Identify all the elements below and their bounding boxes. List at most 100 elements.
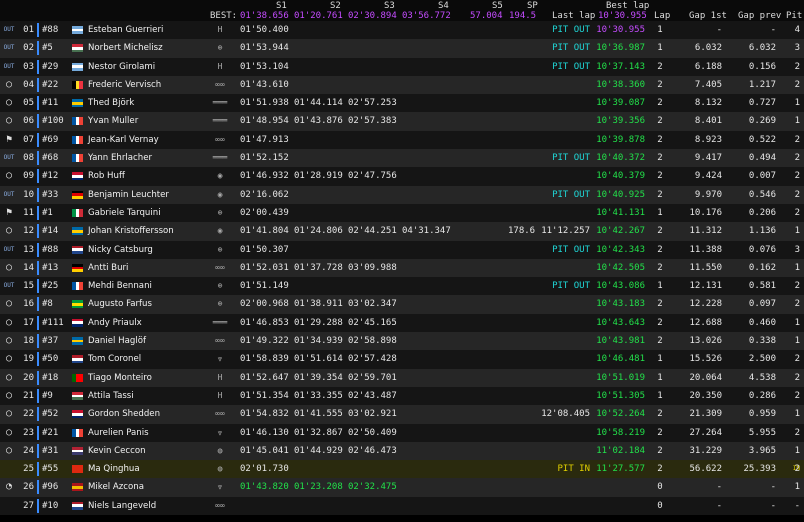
flag-sweden-icon (72, 337, 83, 346)
table-row[interactable]: 27 #10 Niels Langeveld ∞∞ 0 - - - (0, 496, 804, 516)
pit-count: 2 (794, 189, 800, 200)
sector-s1: 01'45.041 (240, 445, 289, 456)
table-row[interactable]: ○ 20 #18 Tiago Monteiro H 01'52.647 01'39.354 0… (0, 368, 804, 387)
table-row[interactable]: OUT 15 #25 Mehdi Bennani ⊕ 01'51.149 PIT OUT 10… (0, 277, 804, 296)
best-lap: 10'41.131 (596, 207, 645, 218)
car-color-bar (37, 297, 39, 312)
pit-count: 2 (794, 354, 800, 365)
gap-prev: - (770, 500, 776, 511)
gap-first: 6.188 (694, 61, 722, 72)
speed: 178.6 (508, 226, 536, 237)
table-row[interactable]: OUT 10 #33 Benjamin Leuchter ◉ 02'16.062 PIT O… (0, 185, 804, 204)
table-row[interactable]: ○ 14 #13 Antti Buri ∞∞ 01'52.031 01'37.728 03'0… (0, 258, 804, 278)
pit-count: 2 (794, 390, 800, 401)
pit-count: - (794, 500, 800, 511)
col-last-lap-header: Last lap (552, 11, 596, 21)
gap-prev: 0.206 (748, 207, 776, 218)
flag-italy-icon (72, 208, 84, 217)
table-row[interactable]: ○ 06 #100 Yvan Muller ═══ 01'48.954 01'43.876 0… (0, 112, 804, 131)
best-s1: 01'38.656 (240, 11, 289, 21)
col-s1-header: S1 (276, 1, 287, 11)
best-lap: 10'40.925 (596, 189, 645, 200)
best-lap: 10'42.343 (596, 244, 645, 255)
table-row[interactable]: OUT 01 #88 Esteban Guerrieri H 01'50.400 PIT O… (0, 21, 804, 40)
car-number: #12 (42, 171, 59, 182)
sector-s2: 01'44.929 (294, 445, 343, 456)
gap-first: 12.131 (689, 281, 722, 292)
driver-name: Johan Kristoffersson (88, 226, 174, 237)
vw-logo-icon: ◉ (217, 171, 223, 181)
honda-logo-icon: H (217, 372, 223, 382)
sector-s3: 02'46.473 (348, 445, 397, 456)
gap-prev: 0.959 (748, 409, 776, 420)
gap-first: 27.264 (689, 427, 722, 438)
best-lap: 10'43.086 (596, 281, 645, 292)
table-row[interactable]: ○ 23 #21 Aurelien Panis ⩔ 01'46.130 01'32.867 0… (0, 423, 804, 442)
lap-count: 2 (657, 409, 663, 420)
table-row[interactable]: ○ 05 #11 Thed Björk ═══ 01'51.938 01'44.114 02'… (0, 94, 804, 113)
car-color-bar (37, 480, 39, 495)
col-s3-header: S3 (384, 1, 395, 11)
table-row[interactable]: ○ 24 #31 Kevin Ceccon ◍ 01'45.041 01'44.929 02'… (0, 441, 804, 461)
gap-prev: - (770, 25, 776, 35)
last-lap: PIT IN (557, 464, 590, 475)
car-color-bar (37, 370, 39, 385)
flag-germany-icon (72, 263, 83, 272)
best-lap: 10'52.264 (596, 409, 645, 420)
sector-s3: 02'45.165 (348, 317, 397, 328)
gap-prev: 25.393 (743, 464, 776, 475)
car-number: #9 (42, 390, 53, 401)
car-color-bar (37, 260, 39, 275)
table-row[interactable]: IN 25 #55 Ma Qinghua ◍ 02'01.730 PIT IN 11'27.5… (0, 460, 804, 479)
hyundai-logo-icon: ⊕ (217, 244, 223, 254)
table-row[interactable]: ○ 17 #111 Andy Priaulx ═══ 01'46.853 01'29.288… (0, 313, 804, 333)
sector-s2: 01'34.939 (294, 336, 343, 347)
best-lap: 10'39.356 (596, 116, 645, 127)
table-row[interactable]: ⚑ 07 #69 Jean-Karl Vernay ∞∞ 01'47.913 10'39.8… (0, 130, 804, 150)
last-lap: 12'08.405 (541, 409, 590, 420)
sector-s1: 01'53.104 (240, 61, 289, 72)
table-row[interactable]: ○ 04 #22 Frederic Vervisch ∞∞ 01'43.610 10'38.… (0, 75, 804, 95)
col-best-lap-header: Best lap (606, 1, 650, 11)
table-row[interactable]: ○ 22 #52 Gordon Shedden ∞∞ 01'54.832 01'41.555… (0, 405, 804, 424)
table-row[interactable]: ○ 19 #50 Tom Coronel ⩔ 01'58.839 01'51.614 02'5… (0, 350, 804, 369)
driver-name: Thed Björk (88, 98, 135, 109)
honda-logo-icon: H (217, 25, 223, 34)
table-row[interactable]: OUT 13 #88 Nicky Catsburg ⊕ 01'50.307 PIT OUT 1… (0, 240, 804, 259)
sector-s3: 02'50.409 (348, 427, 397, 438)
sector-s1: 01'52.647 (240, 372, 289, 383)
table-row[interactable]: OUT 02 #5 Norbert Michelisz ⊕ 01'53.944 PIT OU… (0, 39, 804, 58)
driver-name: Benjamin Leuchter (88, 189, 169, 200)
gap-prev: 0.338 (748, 336, 776, 347)
driver-name: Aurelien Panis (88, 427, 149, 438)
table-row[interactable]: ○ 18 #37 Daniel Haglöf ∞∞ 01'49.322 01'34.939 0… (0, 332, 804, 351)
table-row[interactable]: OUT 08 #68 Yann Ehrlacher ═══ 01'52.152 PIT OU… (0, 149, 804, 168)
car-color-bar (37, 352, 39, 367)
gap-prev: 0.007 (748, 171, 776, 182)
gap-first: - (716, 25, 722, 35)
lynk-logo-icon: ═══ (212, 116, 228, 126)
table-row[interactable]: ○ 16 #8 Augusto Farfus ⊕ 02'00.968 01'38.911 03… (0, 295, 804, 314)
sector-s1: 01'51.149 (240, 281, 289, 292)
table-row[interactable]: ○ 09 #12 Rob Huff ◉ 01'46.932 01'28.919 02'47.7… (0, 167, 804, 186)
table-row[interactable]: OUT 03 #29 Nestor Girolami H 01'53.104 PIT OUT… (0, 57, 804, 76)
table-row[interactable]: ◔ 26 #96 Mikel Azcona ⩔ 01'43.820 01'23.208 02'… (0, 478, 804, 497)
table-row[interactable]: ○ 21 #9 Attila Tassi H 01'51.354 01'33.355 02'4… (0, 386, 804, 406)
flag-hungary-icon (72, 44, 83, 53)
table-row[interactable]: ⚑ 11 #1 Gabriele Tarquini ⊕ 02'00.439 10'41.13… (0, 203, 804, 223)
car-color-bar (37, 96, 39, 111)
driver-name: Esteban Guerrieri (88, 25, 164, 35)
best-lap: 10'40.372 (596, 153, 645, 164)
pit-count: 3 (794, 43, 800, 54)
flag-netherlands-icon (72, 355, 83, 364)
sector-s1: 01'49.322 (240, 336, 289, 347)
gap-first: 8.923 (694, 134, 722, 145)
flag-uk-icon (72, 172, 83, 181)
driver-name: Attila Tassi (88, 390, 134, 401)
lap-count: 2 (657, 336, 663, 347)
pit-count: 2 (794, 281, 800, 292)
vw-logo-icon: ◉ (217, 226, 223, 236)
flag-portugal-icon (72, 373, 84, 382)
position: 15 (23, 281, 34, 292)
table-row[interactable]: ○ 12 #14 Johan Kristoffersson ◉ 01'41.804 01'2… (0, 222, 804, 241)
